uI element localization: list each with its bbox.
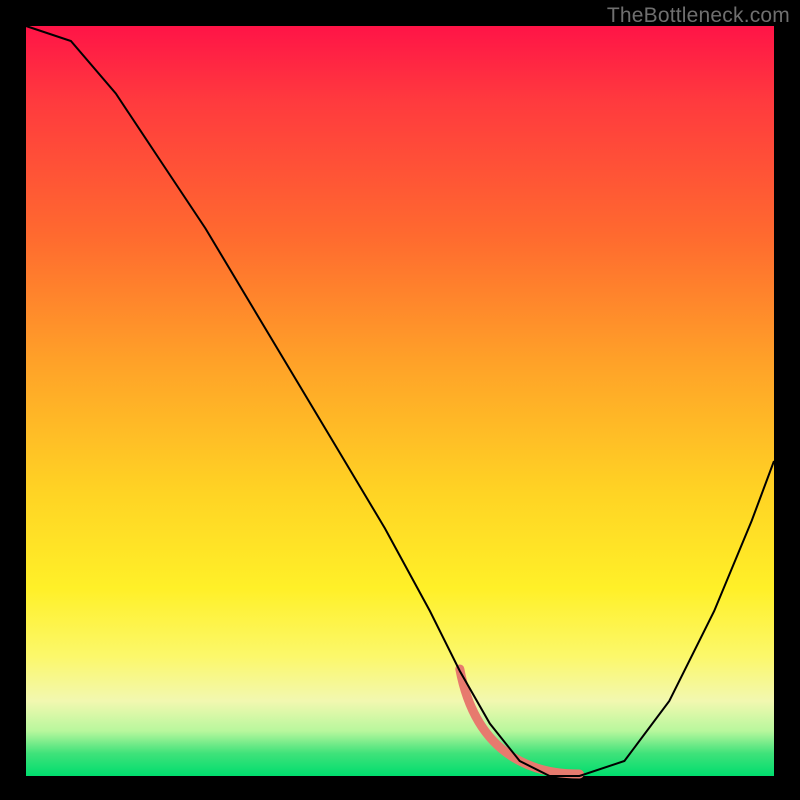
flat-segment-highlight xyxy=(460,669,580,774)
watermark-text: TheBottleneck.com xyxy=(607,4,790,28)
bottleneck-curve xyxy=(26,26,774,776)
chart-stage: TheBottleneck.com xyxy=(0,0,800,800)
curve-layer xyxy=(26,26,774,776)
plot-area xyxy=(26,26,774,776)
